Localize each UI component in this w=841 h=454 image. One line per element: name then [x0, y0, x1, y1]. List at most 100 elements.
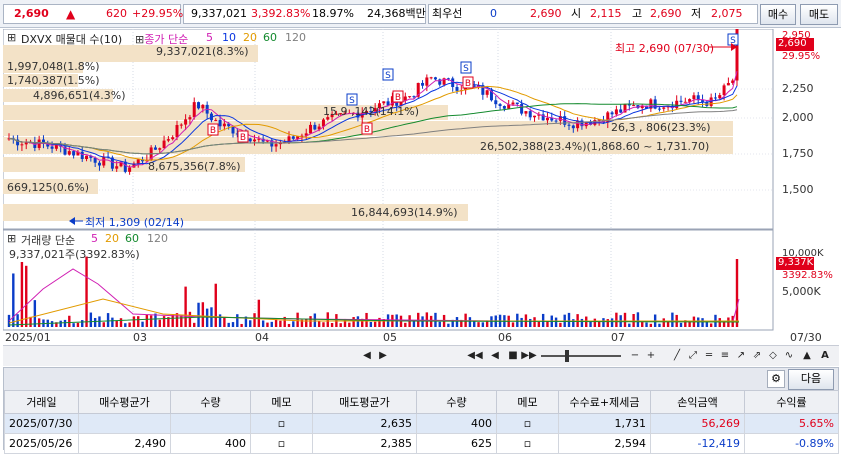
triangle-up-icon[interactable]: ▲ — [799, 348, 815, 364]
draw-ray-icon[interactable]: ↗ — [733, 348, 749, 364]
draw-shape-icon[interactable]: ◇ — [765, 348, 781, 364]
col-header[interactable]: 메모 — [496, 390, 559, 414]
volume-bar — [81, 320, 84, 327]
memo-icon[interactable]: ▫ — [250, 413, 313, 434]
vp-label: 669,125(0.6%) — [7, 181, 90, 194]
zoom-slider-handle[interactable] — [565, 350, 569, 362]
trade-history-panel: ⚙ 다음 거래일 매수평균가 수량 메모 매도평균가 수량 메모 수수료+제세금… — [3, 367, 839, 454]
volume-bar — [529, 318, 532, 327]
volume-bar — [111, 317, 114, 327]
volume-bar — [197, 302, 200, 327]
zoom-out-icon[interactable]: − — [627, 348, 643, 364]
trade-amount: 24,368백만 — [367, 7, 426, 20]
col-header[interactable]: 수익률 — [744, 390, 839, 414]
chart-panel[interactable]: SSSSBBBBB ⊞ DXVX 매물대 수(10) ⊞종가 단순 5 10 2… — [3, 29, 839, 359]
candle-body — [291, 136, 295, 139]
volume-bar — [641, 321, 644, 327]
open-price: 2,115 — [590, 7, 622, 20]
candle-body — [554, 120, 558, 122]
col-header[interactable]: 수수료+제세금 — [558, 390, 651, 414]
fast-forward-icon[interactable]: ▶▶ — [521, 348, 537, 364]
draw-line-icon[interactable]: ╱ — [669, 348, 685, 364]
vp-label: 8,675,356(7.8%) — [148, 160, 241, 173]
candle-body — [567, 124, 571, 126]
volume-bar — [193, 322, 196, 327]
draw-curve-icon[interactable]: ∿ — [781, 348, 797, 364]
volume-bar — [701, 318, 704, 327]
candle-body — [425, 77, 429, 86]
volume-bar — [352, 317, 355, 327]
stop-icon[interactable]: ■ — [505, 348, 521, 364]
candle-body — [403, 96, 407, 101]
chart-settings-icon[interactable]: ⊞ — [7, 31, 16, 44]
zoom-slider-track[interactable] — [541, 355, 621, 357]
draw-fib-icon[interactable]: ≡ — [717, 348, 733, 364]
text-tool-icon[interactable]: A — [817, 348, 833, 364]
scroll-right-icon[interactable]: ▶ — [375, 348, 391, 364]
legend-ma5: 5 — [206, 31, 213, 44]
draw-hline-icon[interactable]: ═ — [701, 348, 717, 364]
volume-bar — [309, 316, 312, 327]
table-row[interactable]: 2025/05/26 2,490 400 ▫ 2,385 625 ▫ 2,594… — [4, 433, 839, 454]
best-bid-price: 2,690 — [530, 7, 562, 20]
volume-ma120: 120 — [147, 232, 168, 245]
candle-body — [192, 102, 196, 118]
rewind-icon[interactable]: ◀◀ — [467, 348, 483, 364]
volume-bar — [128, 322, 131, 327]
sell-button[interactable]: 매도 — [800, 4, 838, 25]
volume-bar — [623, 312, 627, 327]
draw-trend-icon[interactable]: ⤢ — [685, 348, 701, 364]
col-header[interactable]: 매수평균가 — [78, 390, 171, 414]
candle-body — [80, 151, 84, 159]
volume-bar — [253, 313, 256, 327]
candle-body — [184, 119, 188, 125]
high-label: 고 — [632, 7, 643, 20]
scroll-left-icon[interactable]: ◀ — [359, 348, 375, 364]
table-row[interactable]: 2025/07/30 ▫ 2,635 400 ▫ 1,731 56,269 5.… — [4, 413, 839, 434]
col-header[interactable]: 손익금액 — [650, 390, 745, 414]
legend-ma-icon: ⊞ — [135, 33, 145, 46]
memo-icon[interactable]: ▫ — [250, 433, 313, 454]
volume-bar — [72, 323, 75, 327]
step-back-icon[interactable]: ◀ — [487, 348, 503, 364]
low-label: 저 — [691, 7, 702, 20]
next-button[interactable]: 다음 — [788, 369, 834, 390]
draw-arrow-icon[interactable]: ⇗ — [749, 348, 765, 364]
price-volume-chart[interactable]: SSSSBBBBB — [3, 29, 839, 345]
volume: 9,337,021 — [191, 7, 247, 20]
legend-ma10: 10 — [222, 31, 236, 44]
volume-bar — [162, 316, 166, 327]
volume-bar — [645, 322, 648, 327]
zoom-in-icon[interactable]: + — [643, 348, 659, 364]
open-label: 시 — [571, 7, 582, 20]
date-tick: 05 — [383, 331, 397, 344]
volume-bar — [257, 299, 261, 327]
gear-icon[interactable]: ⚙ — [767, 370, 785, 388]
pnl: 56,269 — [650, 413, 745, 434]
candle-body — [115, 166, 119, 169]
col-header[interactable]: 수량 — [416, 390, 497, 414]
volume-bar — [184, 286, 187, 327]
candle-body — [614, 109, 618, 115]
candle-body — [97, 162, 101, 166]
buy-button[interactable]: 매수 — [760, 4, 796, 25]
volume-bar — [339, 323, 342, 327]
memo-icon[interactable]: ▫ — [496, 413, 559, 434]
volume-legend-icon[interactable]: ⊞ — [7, 232, 16, 245]
candle-body — [188, 117, 192, 120]
high-marker-label: 최고 2,690 (07/30) — [615, 42, 715, 55]
price-tick: 1,750 — [782, 147, 814, 160]
memo-icon[interactable]: ▫ — [496, 433, 559, 454]
volume-bar — [279, 320, 282, 327]
col-header[interactable]: 거래일 — [4, 390, 79, 414]
volume-bar — [33, 300, 37, 327]
col-header[interactable]: 수량 — [170, 390, 251, 414]
legend-ma120: 120 — [285, 31, 306, 44]
volume-bar — [322, 322, 325, 327]
return-rate: -0.89% — [744, 433, 839, 454]
col-header[interactable]: 매도평균가 — [312, 390, 417, 414]
candle-body — [309, 124, 313, 134]
col-header[interactable]: 메모 — [250, 390, 313, 414]
volume-bar — [735, 259, 739, 327]
volume-bar — [356, 316, 360, 327]
